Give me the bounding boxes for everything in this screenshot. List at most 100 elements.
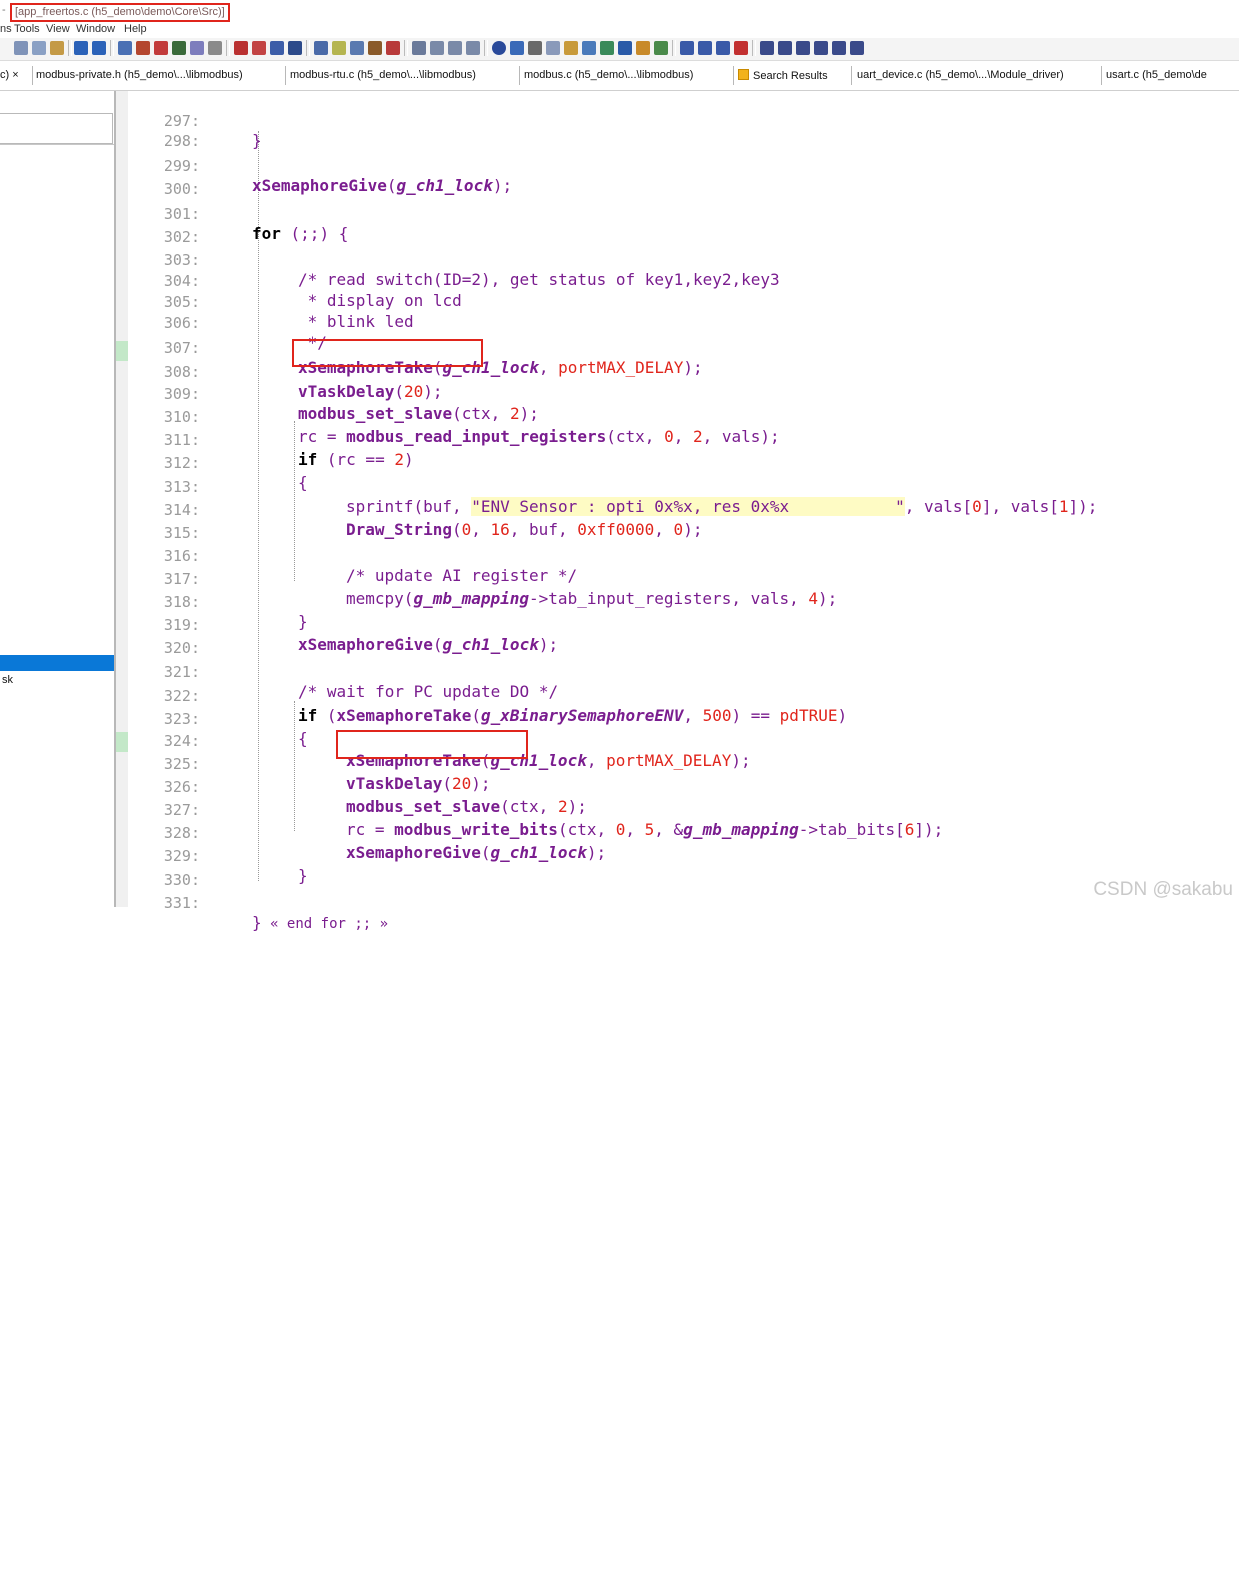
tab-uart-device-c[interactable]: uart_device.c (h5_demo\...\Module_driver… [857, 69, 1064, 81]
menu-item-help[interactable]: Help [124, 23, 147, 35]
toolbar-separator [484, 40, 488, 56]
clip-icon[interactable] [600, 41, 614, 55]
window-title: [app_freertos.c (h5_demo\demo\Core\Src)] [10, 3, 230, 22]
toolbar-separator [752, 40, 756, 56]
title-bar: - [app_freertos.c (h5_demo\demo\Core\Src… [0, 0, 1239, 22]
tab-modbus-c[interactable]: modbus.c (h5_demo\...\libmodbus) [524, 69, 693, 81]
bookmark-clear-icon[interactable] [288, 41, 302, 55]
file-tab-bar: c) × modbus-private.h (h5_demo\...\libmo… [0, 62, 1239, 91]
browse-icon[interactable] [582, 41, 596, 55]
panel-b-icon[interactable] [778, 41, 792, 55]
check-icon[interactable] [618, 41, 632, 55]
bookmark-list-icon[interactable] [270, 41, 284, 55]
selected-symbol-row[interactable] [0, 655, 114, 671]
code-line: 300: [128, 159, 1239, 198]
code-line: 310: rc = modbus_read_input_registers(ct… [128, 387, 1239, 446]
tab-search-results[interactable]: Search Results [738, 69, 828, 82]
modified-line-marker [116, 341, 128, 361]
tab-modbus-rtu-c[interactable]: modbus-rtu.c (h5_demo\...\libmodbus) [290, 69, 476, 81]
layout-split-icon[interactable] [430, 41, 444, 55]
code-line: 326: modbus_set_slave(ctx, 2); [128, 757, 1239, 816]
panel-c-icon[interactable] [796, 41, 810, 55]
replace-icon[interactable] [172, 41, 186, 55]
code-line: 298: [128, 111, 1239, 150]
menu-item-tools[interactable]: Tools [14, 23, 40, 35]
code-line: 302: [128, 207, 1239, 246]
replace-files-icon[interactable] [190, 41, 204, 55]
editor-gutter [116, 91, 128, 907]
panel-e-icon[interactable] [832, 41, 846, 55]
code-line: 314: Draw_String(0, 16, buf, 0xff0000, 0… [128, 480, 1239, 539]
layout-panel-icon[interactable] [466, 41, 480, 55]
code-line: 317: memcpy(g_mb_mapping->tab_input_regi… [128, 549, 1239, 608]
help-icon[interactable] [492, 41, 506, 55]
find-files-icon[interactable] [136, 41, 150, 55]
layout-grid-icon[interactable] [412, 41, 426, 55]
menu-item-window[interactable]: Window [76, 23, 115, 35]
panel-f-icon[interactable] [850, 41, 864, 55]
code-line: 306: */ [128, 293, 1239, 352]
find-next-icon[interactable] [154, 41, 168, 55]
code-line: 315: [128, 503, 1239, 542]
code-line: 318: } [128, 572, 1239, 631]
search-web-icon[interactable] [208, 41, 222, 55]
code-line: 311: if (rc == 2) [128, 410, 1239, 469]
code-editor[interactable]: 297: } 298: 299: xSemaphoreGive(g_ch1_lo… [128, 91, 1239, 932]
menu-item-view[interactable]: View [46, 23, 70, 35]
code-line: 307: xSemaphoreTake(g_ch1_lock, portMAX_… [128, 318, 1239, 377]
code-line: 316: /* update AI register */ [128, 526, 1239, 585]
code-line: 324: xSemaphoreTake(g_ch1_lock, portMAX_… [128, 711, 1239, 770]
relation-window-icon[interactable] [350, 41, 364, 55]
paste-icon[interactable] [50, 41, 64, 55]
tab-modbus-private-h[interactable]: modbus-private.h (h5_demo\...\libmodbus) [36, 69, 243, 81]
tab-usart-c[interactable]: usart.c (h5_demo\de [1106, 69, 1207, 81]
toolbar-separator [226, 40, 230, 56]
overview-icon[interactable] [546, 41, 560, 55]
symbol-filter-input[interactable] [0, 113, 113, 144]
line-number: 331: [163, 894, 200, 912]
copy-icon[interactable] [32, 41, 46, 55]
tab-close-button[interactable]: c) × [0, 69, 19, 81]
remove-line-icon[interactable] [716, 41, 730, 55]
toolbar-separator [672, 40, 676, 56]
watermark: CSDN @sakabu [1093, 879, 1233, 900]
code-line: 320: [128, 618, 1239, 657]
table-icon[interactable] [654, 41, 668, 55]
panel-d-icon[interactable] [814, 41, 828, 55]
symbol-list-item[interactable]: sk [2, 674, 13, 686]
add-line-icon[interactable] [698, 41, 712, 55]
symbol-window-icon[interactable] [332, 41, 346, 55]
delete-icon[interactable] [734, 41, 748, 55]
code-line: 297: } [128, 91, 1239, 150]
code-line: 305: * blink led [128, 272, 1239, 331]
folder-icon[interactable] [564, 41, 578, 55]
project-icon[interactable] [314, 41, 328, 55]
code-line: 309: modbus_set_slave(ctx, 2); [128, 364, 1239, 423]
tab-separator [851, 66, 852, 85]
redo-icon[interactable] [92, 41, 106, 55]
context-window-icon[interactable] [368, 41, 382, 55]
tab-separator [1101, 66, 1102, 85]
indent-icon[interactable] [680, 41, 694, 55]
tab-separator [519, 66, 520, 85]
parse-icon[interactable] [528, 41, 542, 55]
sync-icon[interactable] [510, 41, 524, 55]
bookmark-icon[interactable] [234, 41, 248, 55]
cut-icon[interactable] [14, 41, 28, 55]
code-line: 299: xSemaphoreGive(g_ch1_lock); [128, 136, 1239, 195]
code-line: 301: for (;;) { [128, 184, 1239, 243]
find-icon[interactable] [118, 41, 132, 55]
lookup-icon[interactable] [386, 41, 400, 55]
panel-a-icon[interactable] [760, 41, 774, 55]
tool-icon[interactable] [636, 41, 650, 55]
code-line: 322: if (xSemaphoreTake(g_xBinarySemapho… [128, 666, 1239, 725]
search-results-icon [738, 69, 749, 80]
left-panel: sk [0, 91, 114, 907]
menu-bar: ns Tools View Window Help [0, 23, 1239, 38]
menu-item-options[interactable]: ns [0, 23, 12, 35]
layout-rows-icon[interactable] [448, 41, 462, 55]
bookmark-next-icon[interactable] [252, 41, 266, 55]
code-line: 304: * display on lcd [128, 251, 1239, 310]
code-line: 325: vTaskDelay(20); [128, 734, 1239, 793]
undo-icon[interactable] [74, 41, 88, 55]
